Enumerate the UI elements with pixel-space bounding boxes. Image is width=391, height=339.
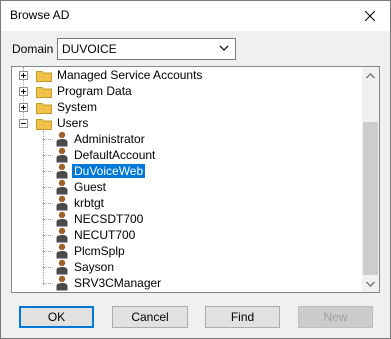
tree-line xyxy=(43,171,53,172)
cancel-button[interactable]: Cancel xyxy=(112,306,188,328)
tree-node-label: krbtgt xyxy=(74,196,105,210)
title-bar: Browse AD xyxy=(1,1,390,31)
tree-node-label: Managed Service Accounts xyxy=(57,68,203,82)
tree-line xyxy=(43,139,53,140)
tree-node-user[interactable]: Guest xyxy=(12,179,352,195)
tree-node-label: Sayson xyxy=(74,260,115,274)
expand-icon[interactable] xyxy=(19,103,28,112)
folder-icon xyxy=(36,119,52,130)
domain-select[interactable]: DUVOICE xyxy=(57,38,236,60)
tree-line xyxy=(43,203,53,204)
tree-line xyxy=(43,267,53,268)
collapse-icon[interactable] xyxy=(19,119,28,128)
tree-node-label: SRV3CManager xyxy=(74,276,162,290)
folder-icon xyxy=(36,103,52,114)
expand-icon[interactable] xyxy=(19,87,28,96)
tree-node-label: Program Data xyxy=(57,84,132,98)
tree-node-label: Users xyxy=(57,116,89,130)
scrollbar-thumb[interactable] xyxy=(363,122,378,275)
new-button[interactable]: New xyxy=(298,306,373,328)
window-title: Browse AD xyxy=(10,8,70,22)
chevron-down-icon xyxy=(366,281,375,287)
folder-icon xyxy=(36,87,52,98)
tree-node-label: System xyxy=(57,100,98,114)
tree-node-user[interactable]: NECUT700 xyxy=(12,227,352,243)
tree-line xyxy=(43,283,53,284)
tree-node-user-selected[interactable]: DuVoiceWeb xyxy=(12,163,352,179)
user-icon xyxy=(56,275,68,291)
tree-node-user[interactable]: SRV3CManager xyxy=(12,275,352,291)
vertical-scrollbar[interactable] xyxy=(362,67,379,292)
tree-node-users[interactable]: Users xyxy=(12,115,352,131)
tree-node-label: NECSDT700 xyxy=(74,212,144,226)
user-icon xyxy=(56,211,68,227)
ok-button[interactable]: OK xyxy=(19,306,94,328)
close-icon xyxy=(365,11,375,21)
tree-node-label: PlcmSplp xyxy=(74,244,125,258)
tree-node-label: DuVoiceWeb xyxy=(72,164,146,178)
close-button[interactable] xyxy=(350,1,390,31)
tree-line xyxy=(43,219,53,220)
scroll-up-button[interactable] xyxy=(362,67,379,84)
user-icon xyxy=(56,195,68,211)
expand-icon[interactable] xyxy=(19,71,28,80)
tree-line xyxy=(43,235,53,236)
tree-node-label: Guest xyxy=(74,180,107,194)
tree-node-system[interactable]: System xyxy=(12,99,352,115)
tree-line xyxy=(43,251,53,252)
chevron-up-icon xyxy=(366,72,375,78)
scroll-down-button[interactable] xyxy=(362,275,379,292)
tree-line xyxy=(43,187,53,188)
user-icon xyxy=(56,131,68,147)
tree-node-managed-service-accounts[interactable]: Managed Service Accounts xyxy=(12,67,352,83)
tree-node-user[interactable]: krbtgt xyxy=(12,195,352,211)
tree-node-user[interactable]: Sayson xyxy=(12,259,352,275)
user-icon xyxy=(56,163,68,179)
chevron-down-icon xyxy=(219,45,229,51)
tree-node-user[interactable]: NECSDT700 xyxy=(12,211,352,227)
domain-value: DUVOICE xyxy=(62,42,117,56)
tree-node-label: Administrator xyxy=(74,132,145,146)
user-icon xyxy=(56,243,68,259)
ad-tree[interactable]: Managed Service Accounts Program Data Sy… xyxy=(11,66,380,293)
tree-node-user[interactable]: PlcmSplp xyxy=(12,243,352,259)
user-icon xyxy=(56,147,68,163)
tree-node-label: NECUT700 xyxy=(74,228,136,242)
browse-ad-dialog: Browse AD Domain DUVOICE Managed Service… xyxy=(0,0,391,339)
tree-node-user[interactable]: DefaultAccount xyxy=(12,147,352,163)
user-icon xyxy=(56,259,68,275)
tree-node-user[interactable]: Administrator xyxy=(12,131,352,147)
tree-line xyxy=(43,155,53,156)
user-icon xyxy=(56,227,68,243)
tree-node-label: DefaultAccount xyxy=(74,148,156,162)
user-icon xyxy=(56,179,68,195)
folder-icon xyxy=(36,71,52,82)
domain-label: Domain xyxy=(12,42,54,56)
tree-node-program-data[interactable]: Program Data xyxy=(12,83,352,99)
find-button[interactable]: Find xyxy=(205,306,280,328)
